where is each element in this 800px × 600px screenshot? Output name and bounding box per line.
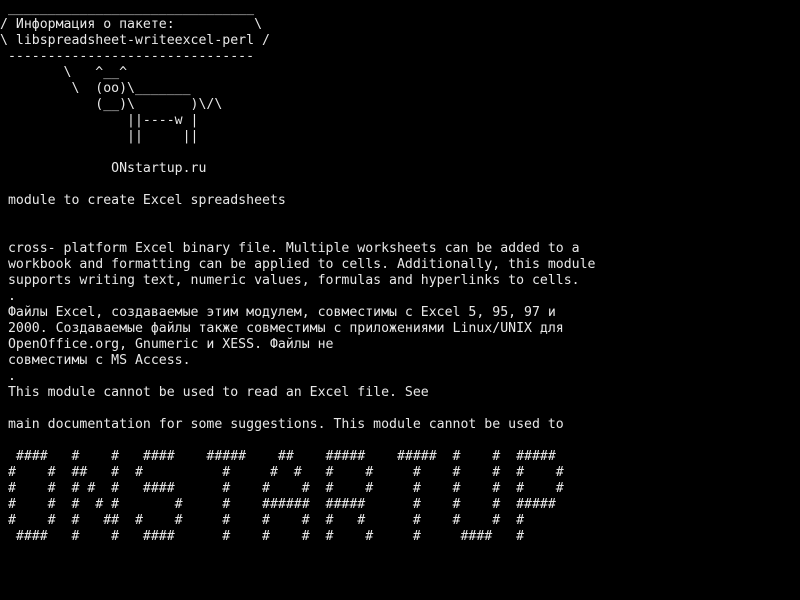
description-line: .	[0, 289, 16, 304]
speech-bubble-line-title: / Информация о пакете: \	[0, 17, 263, 32]
description-line: cross- platform Excel binary file. Multi…	[0, 241, 580, 256]
description-line: supports writing text, numeric values, f…	[0, 273, 580, 288]
speech-bubble-line-package: \ libspreadsheet-writeexcel-perl /	[0, 33, 270, 48]
cow-art-line: ||----w |	[0, 113, 199, 128]
cow-art-line: \ (oo)\_______	[0, 81, 191, 96]
banner-line: # # # ## # # # # # # # # # # #	[0, 513, 525, 528]
package-summary: module to create Excel spreadsheets	[0, 193, 286, 208]
banner-line: # # # # # # # ###### ##### # # # #####	[0, 497, 556, 512]
description-blank-line: ​	[0, 401, 595, 417]
package-description: cross- platform Excel binary file. Multi…	[0, 241, 596, 433]
site-label: ONstartup.ru	[0, 161, 207, 176]
description-line: .	[0, 369, 16, 384]
cow-art-line: (__)\ )\/\	[0, 97, 223, 112]
description-line: This module cannot be used to read an Ex…	[0, 385, 429, 400]
ascii-banner: #### # # #### ##### ## ##### ##### # # #…	[0, 449, 564, 545]
description-line: 2000. Создаваемые файлы также совместимы…	[0, 321, 564, 336]
banner-line: #### # # #### # # # # # # #### #	[0, 529, 525, 544]
banner-line: # # # # # #### # # # # # # # # # #	[0, 481, 564, 496]
description-line: OpenOffice.org, Gnumeric и XESS. Файлы н…	[0, 337, 334, 352]
description-line: Файлы Excel, создаваемые этим модулем, с…	[0, 305, 556, 320]
cow-art-line: || ||	[0, 129, 199, 144]
banner-line: # # ## # # # # # # # # # # # #	[0, 465, 564, 480]
description-line: workbook and formatting can be applied t…	[0, 257, 596, 272]
banner-line: #### # # #### ##### ## ##### ##### # # #…	[0, 449, 556, 464]
cow-art-line: \ ^__^	[0, 65, 128, 80]
speech-bubble-bottom: -------------------------------	[0, 49, 255, 64]
description-line: main documentation for some suggestions.…	[0, 417, 564, 432]
speech-bubble-top: _______________________________	[0, 1, 255, 16]
description-line: совместимы с MS Access.	[0, 353, 191, 368]
cowsay-art: _______________________________ / Информа…	[0, 1, 270, 145]
terminal-screen: _______________________________ / Информа…	[0, 0, 800, 600]
